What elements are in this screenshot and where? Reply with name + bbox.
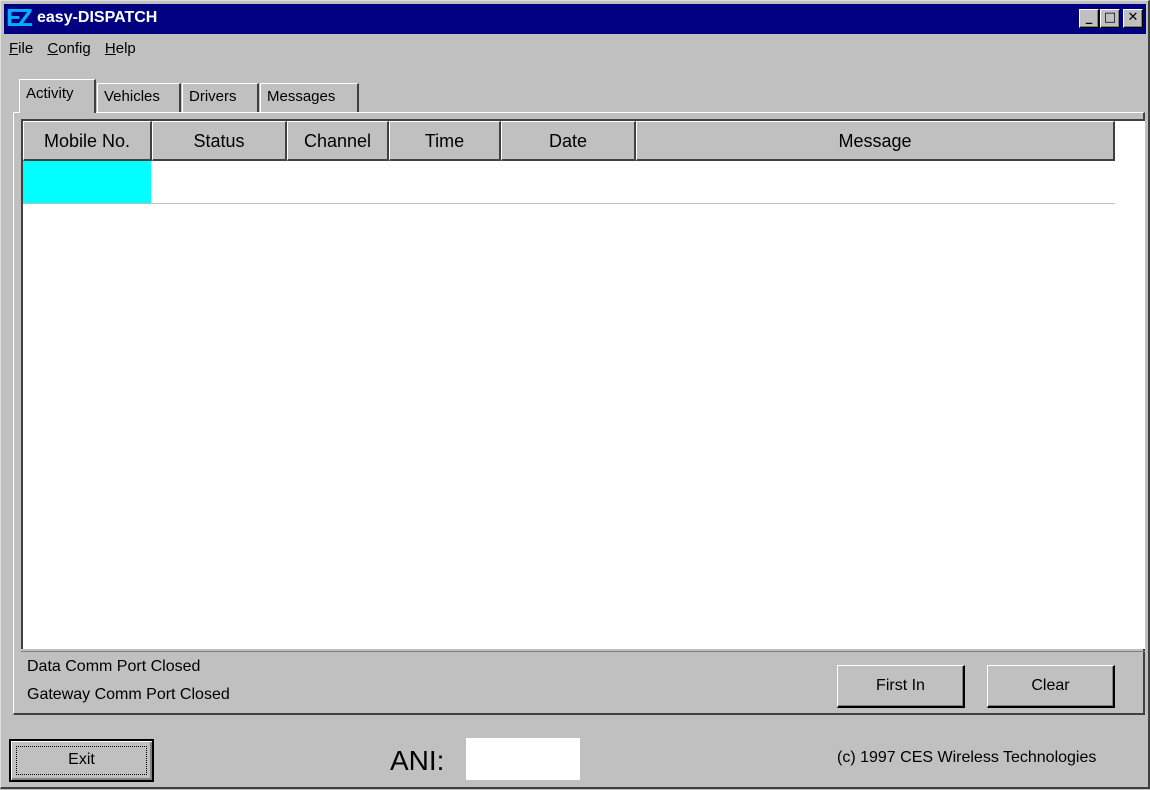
maximize-button[interactable]: □ [1100,9,1120,28]
ani-input[interactable] [466,738,580,780]
status-area: Data Comm Port Closed Gateway Comm Port … [21,651,1145,713]
tab-drivers[interactable]: Drivers [182,83,259,112]
bottom-bar: Exit ANI: (c) 1997 CES Wireless Technolo… [1,719,1150,790]
close-button[interactable]: ✕ [1123,9,1143,28]
window-title: easy-DISPATCH [37,9,158,26]
selected-cell[interactable] [23,161,151,203]
data-port-status: Data Comm Port Closed [27,658,201,675]
column-date[interactable]: Date [501,121,636,161]
menu-bar: File Config Help [9,40,146,62]
gateway-port-status: Gateway Comm Port Closed [27,686,230,703]
exit-button[interactable]: Exit [9,739,154,782]
clear-button[interactable]: Clear [987,665,1115,708]
table-row[interactable] [23,161,1115,204]
tab-vehicles[interactable]: Vehicles [97,83,181,112]
first-in-button[interactable]: First In [837,665,965,708]
menu-help[interactable]: Help [105,40,136,57]
menu-file[interactable]: File [9,40,33,57]
grid-header: Mobile No. Status Channel Time Date Mess… [23,121,1115,161]
copyright-text: (c) 1997 CES Wireless Technologies [837,749,1097,766]
menu-config[interactable]: Config [47,40,90,57]
column-mobile-no[interactable]: Mobile No. [23,121,152,161]
focus-rect [16,746,147,775]
column-time[interactable]: Time [389,121,501,161]
app-logo-icon: EZ [6,4,33,34]
minimize-button[interactable]: _ [1079,9,1099,28]
column-message[interactable]: Message [636,121,1115,161]
activity-grid[interactable]: Mobile No. Status Channel Time Date Mess… [21,119,1145,649]
title-bar[interactable]: EZ easy-DISPATCH _ □ ✕ [4,4,1146,34]
app-window: EZ easy-DISPATCH _ □ ✕ File Config Help … [0,0,1150,789]
ani-label: ANI: [390,745,445,776]
tab-messages[interactable]: Messages [260,83,359,112]
column-status[interactable]: Status [152,121,287,161]
tab-activity[interactable]: Activity [19,79,96,113]
column-channel[interactable]: Channel [287,121,389,161]
